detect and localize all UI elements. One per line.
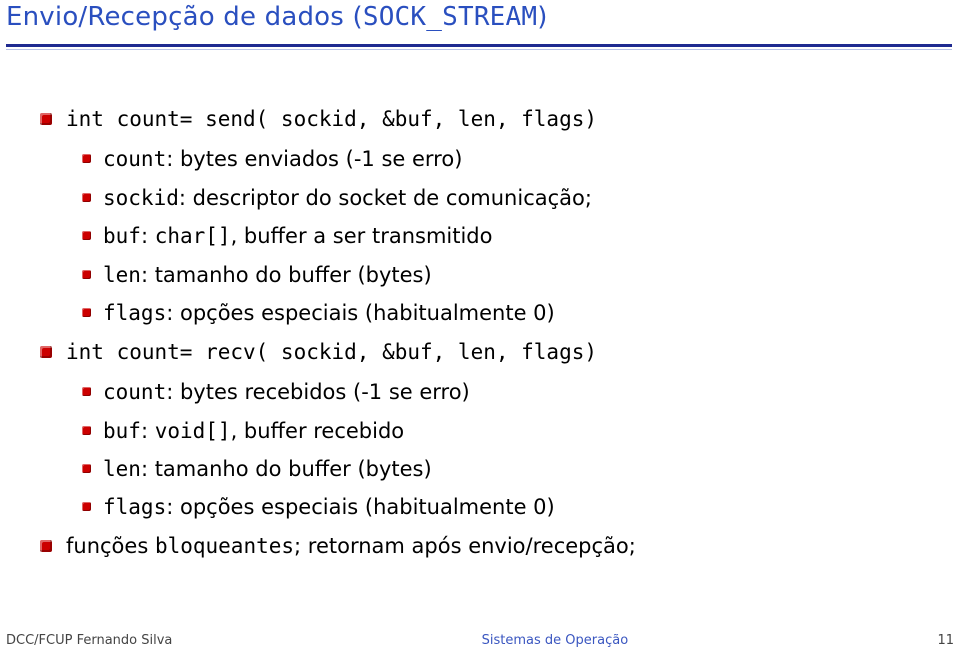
list-item: len: tamanho do buffer (bytes)	[82, 260, 920, 290]
bullet-icon	[82, 270, 91, 279]
code-term: flags	[103, 495, 166, 519]
list-item: count: bytes enviados (-1 se erro)	[82, 144, 920, 174]
code-term: buf	[103, 224, 141, 248]
list-item: buf: char[], buffer a ser transmitido	[82, 221, 920, 251]
code-term: void[]	[155, 419, 231, 443]
code-term: len	[103, 263, 141, 287]
bullet-icon	[40, 113, 52, 125]
text: : opções especiais (habitualmente 0)	[166, 301, 555, 325]
text: : tamanho do buffer (bytes)	[141, 457, 432, 481]
list-item: int count= recv( sockid, &buf, len, flag…	[40, 337, 920, 367]
text: funções	[66, 534, 155, 558]
code-line: int count= send( sockid, &buf, len, flag…	[66, 104, 920, 134]
title-rule-light	[6, 49, 952, 50]
list-item-text: funções bloqueantes; retornam após envio…	[66, 531, 920, 561]
text: : opções especiais (habitualmente 0)	[166, 495, 555, 519]
bullet-icon	[82, 193, 91, 202]
text: : tamanho do buffer (bytes)	[141, 263, 432, 287]
code-term: sockid	[103, 186, 179, 210]
list-item-text: flags: opções especiais (habitualmente 0…	[103, 298, 920, 328]
code-term: count	[103, 380, 166, 404]
bullet-icon	[82, 387, 91, 396]
title-prefix: Envio/Recepção de dados (	[6, 2, 363, 32]
bullet-icon	[82, 308, 91, 317]
bullet-icon	[40, 540, 52, 552]
code-line: int count= recv( sockid, &buf, len, flag…	[66, 337, 920, 367]
code-term: count	[103, 147, 166, 171]
list-item-text: sockid: descriptor do socket de comunica…	[103, 183, 920, 213]
list-item: flags: opções especiais (habitualmente 0…	[82, 298, 920, 328]
footer-left: DCC/FCUP Fernando Silva	[6, 633, 172, 648]
bullet-icon	[82, 231, 91, 240]
bullet-icon	[82, 426, 91, 435]
list-item: funções bloqueantes; retornam após envio…	[40, 531, 920, 561]
list-item-text: count: bytes enviados (-1 se erro)	[103, 144, 920, 174]
footer: DCC/FCUP Fernando Silva Sistemas de Oper…	[6, 633, 954, 648]
text: , buffer a ser transmitido	[231, 224, 493, 248]
list-item-text: buf: void[], buffer recebido	[103, 416, 920, 446]
code-term: buf	[103, 419, 141, 443]
code-term: bloqueantes	[155, 534, 294, 558]
bullet-icon	[82, 464, 91, 473]
text: , buffer recebido	[231, 419, 405, 443]
page-title: Envio/Recepção de dados (SOCK_STREAM)	[6, 2, 548, 32]
title-rule-dark	[6, 44, 952, 47]
list-item: flags: opções especiais (habitualmente 0…	[82, 492, 920, 522]
code-term: flags	[103, 301, 166, 325]
bullet-icon	[82, 154, 91, 163]
code-term: len	[103, 457, 141, 481]
bullet-icon	[82, 502, 91, 511]
list-item-text: len: tamanho do buffer (bytes)	[103, 454, 920, 484]
list-item-text: len: tamanho do buffer (bytes)	[103, 260, 920, 290]
slide: Envio/Recepção de dados (SOCK_STREAM) in…	[0, 0, 960, 658]
list-item-text: buf: char[], buffer a ser transmitido	[103, 221, 920, 251]
code-term: char[]	[155, 224, 231, 248]
footer-right: 11	[937, 633, 954, 648]
text: :	[141, 224, 155, 248]
list-item: len: tamanho do buffer (bytes)	[82, 454, 920, 484]
content: int count= send( sockid, &buf, len, flag…	[40, 98, 920, 571]
list-item: count: bytes recebidos (-1 se erro)	[82, 377, 920, 407]
list-item: sockid: descriptor do socket de comunica…	[82, 183, 920, 213]
text: ; retornam após envio/recepção;	[294, 534, 636, 558]
text: : bytes recebidos (-1 se erro)	[166, 380, 470, 404]
text: :	[141, 419, 155, 443]
list-item: int count= send( sockid, &buf, len, flag…	[40, 104, 920, 134]
list-item-text: count: bytes recebidos (-1 se erro)	[103, 377, 920, 407]
title-suffix: )	[537, 2, 547, 32]
bullet-icon	[40, 346, 52, 358]
text: : descriptor do socket de comunicação;	[179, 186, 592, 210]
list-item-text: flags: opções especiais (habitualmente 0…	[103, 492, 920, 522]
text: : bytes enviados (-1 se erro)	[166, 147, 462, 171]
list-item: buf: void[], buffer recebido	[82, 416, 920, 446]
title-code: SOCK_STREAM	[363, 2, 537, 32]
footer-center: Sistemas de Operação	[172, 633, 937, 648]
